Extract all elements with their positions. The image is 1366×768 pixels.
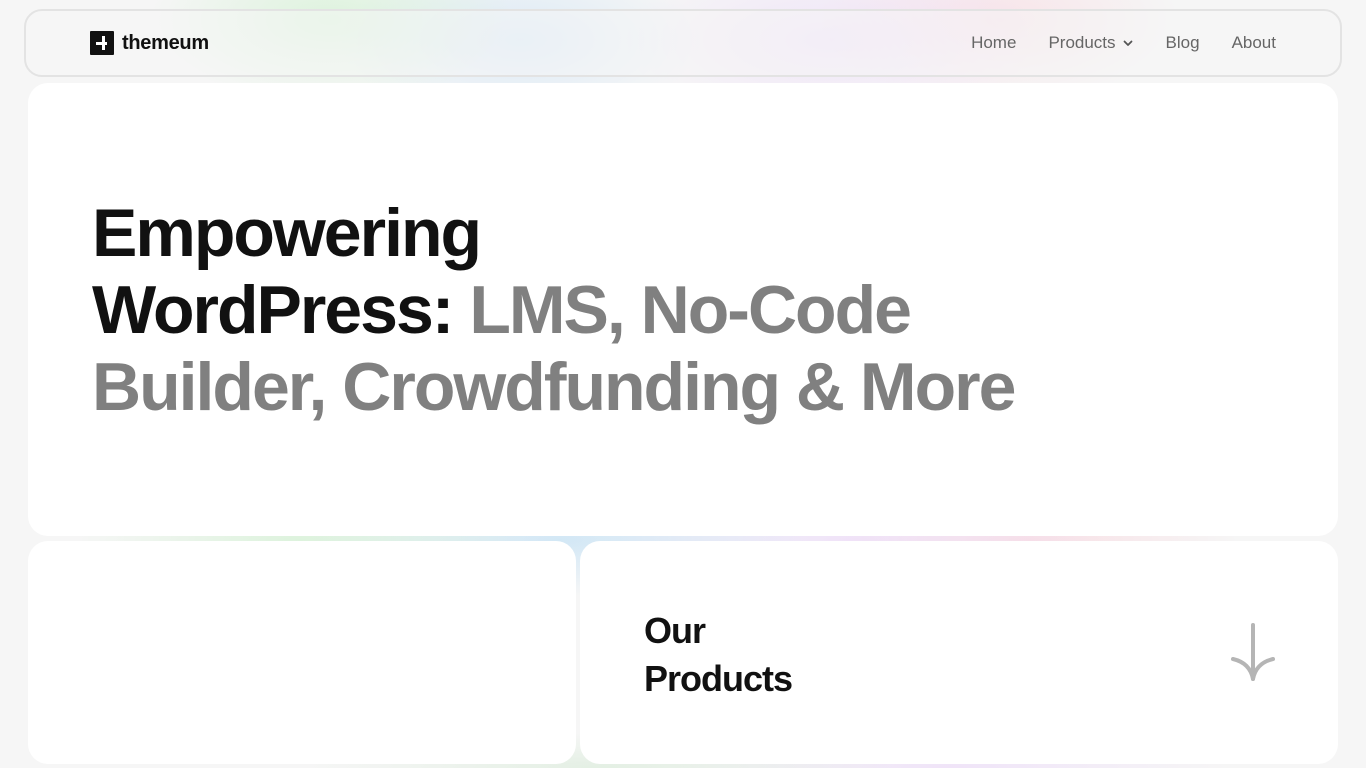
page: themeum Home Products Blog About Empower… xyxy=(0,0,1366,768)
themeum-logo-icon xyxy=(90,31,114,55)
arrow-down-icon[interactable] xyxy=(1230,623,1276,683)
hero-section: Empowering WordPress: LMS, No-Code Build… xyxy=(28,83,1338,536)
chevron-down-icon xyxy=(1123,40,1132,46)
main-nav: Home Products Blog About xyxy=(971,33,1276,53)
nav-products-dropdown[interactable]: Products xyxy=(1048,33,1133,53)
hero-title: Empowering WordPress: LMS, No-Code Build… xyxy=(92,195,1152,426)
products-title-line1: Our xyxy=(644,610,706,651)
products-title: Our Products xyxy=(644,607,793,703)
hero-title-strong: WordPress: xyxy=(92,272,454,348)
our-products-card: Our Products xyxy=(580,541,1338,764)
nav-about[interactable]: About xyxy=(1232,33,1276,53)
hero-title-line1: Empowering xyxy=(92,195,482,271)
top-navbar: themeum Home Products Blog About xyxy=(24,9,1342,77)
nav-blog-label: Blog xyxy=(1165,33,1200,52)
nav-home[interactable]: Home xyxy=(971,33,1016,53)
brand-name: themeum xyxy=(122,31,209,54)
nav-products-label: Products xyxy=(1048,33,1116,52)
products-title-line2: Products xyxy=(644,658,793,699)
nav-about-label: About xyxy=(1231,33,1276,52)
brand-logo[interactable]: themeum xyxy=(90,31,209,55)
nav-home-label: Home xyxy=(971,33,1017,52)
left-card xyxy=(28,541,576,764)
nav-blog[interactable]: Blog xyxy=(1166,33,1200,53)
